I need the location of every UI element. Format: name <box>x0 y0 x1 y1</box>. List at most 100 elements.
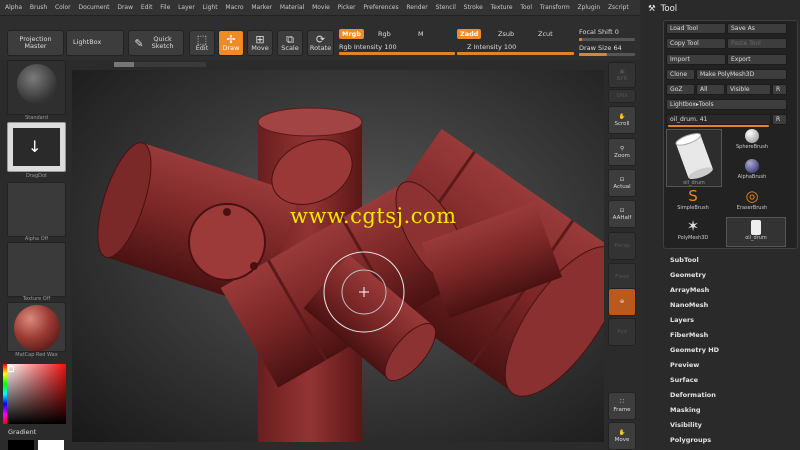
subpalette-geometry[interactable]: Geometry <box>670 271 706 279</box>
subpalette-subtool[interactable]: SubTool <box>670 256 699 264</box>
menu-item[interactable]: Picker <box>338 4 356 11</box>
menu-item[interactable]: Marker <box>251 4 272 11</box>
projection-master-button[interactable]: Projection Master <box>7 30 64 56</box>
goz-visible-button[interactable]: Visible <box>726 84 771 95</box>
tool-palette-header[interactable]: ⚒ Tool <box>644 0 800 18</box>
brush-thumbnail[interactable] <box>7 60 66 115</box>
import-button[interactable]: Import <box>666 54 726 65</box>
edit-button[interactable]: ⬚ Edit <box>189 30 215 56</box>
copy-tool-button[interactable]: Copy Tool <box>666 38 726 49</box>
mrgb-toggle[interactable]: Mrgb <box>339 29 364 39</box>
subpalette-layers[interactable]: Layers <box>670 316 694 324</box>
menu-item[interactable]: File <box>160 4 170 11</box>
menu-item[interactable]: Draw <box>117 4 133 11</box>
zadd-toggle[interactable]: Zadd <box>457 29 482 39</box>
subpalette-deformation[interactable]: Deformation <box>670 391 716 399</box>
subpalette-geometry-hd[interactable]: Geometry HD <box>670 346 719 354</box>
spix-button[interactable]: SPix <box>608 89 636 103</box>
m-toggle[interactable]: M <box>418 30 424 38</box>
stroke-label: DragDot <box>25 173 47 179</box>
subpalette-nanomesh[interactable]: NanoMesh <box>670 301 708 309</box>
paste-tool-button[interactable]: Paste Tool <box>727 38 787 49</box>
menu-item[interactable]: Material <box>280 4 304 11</box>
menu-item[interactable]: Light <box>203 4 218 11</box>
lightbox-tools-button[interactable]: Lightbox▸Tools <box>666 99 787 110</box>
secondary-color-swatch[interactable] <box>38 440 64 450</box>
menu-item[interactable]: Macro <box>225 4 243 11</box>
main-color-swatch[interactable] <box>8 440 34 450</box>
subpalette-fibermesh[interactable]: FiberMesh <box>670 331 708 339</box>
lightbox-button[interactable]: LightBox <box>66 30 124 56</box>
subpalette-polygroups[interactable]: Polygroups <box>670 436 711 444</box>
goz-all-button[interactable]: All <box>696 84 725 95</box>
export-button[interactable]: Export <box>727 54 787 65</box>
menu-item[interactable]: Movie <box>312 4 330 11</box>
persp-button[interactable]: Persp <box>608 232 636 260</box>
scroll-thumb[interactable] <box>114 62 134 67</box>
load-tool-button[interactable]: Load Tool <box>666 23 726 34</box>
color-picker[interactable] <box>6 364 66 424</box>
stroke-thumbnail[interactable]: ↓ <box>7 122 66 172</box>
menu-item[interactable]: Document <box>78 4 109 11</box>
alpha-thumbnail[interactable] <box>7 182 66 237</box>
subpalette-arraymesh[interactable]: ArrayMesh <box>670 286 709 294</box>
polymesh3d-thumbnail[interactable]: ✶ PolyMesh3D <box>678 219 708 245</box>
quick-sketch-button[interactable]: ✎ Quick Sketch <box>128 30 184 56</box>
material-thumbnail[interactable] <box>7 302 66 352</box>
rgb-toggle[interactable]: Rgb <box>378 30 391 38</box>
clone-button[interactable]: Clone <box>666 69 695 80</box>
sphere-brush-thumbnail[interactable]: SphereBrush <box>736 129 768 155</box>
scroll-button[interactable]: ✋ Scroll <box>608 106 636 134</box>
menu-item[interactable]: Layer <box>178 4 195 11</box>
document-canvas[interactable]: www.cgtsj.com <box>72 70 604 442</box>
subpalette-surface[interactable]: Surface <box>670 376 698 384</box>
zsub-toggle[interactable]: Zsub <box>498 30 514 38</box>
menu-item[interactable]: Zscript <box>608 4 629 11</box>
menu-item[interactable]: Alpha <box>5 4 22 11</box>
simple-brush-thumbnail[interactable]: S SimpleBrush <box>677 189 709 215</box>
make-polymesh-button[interactable]: Make PolyMesh3D <box>696 69 787 80</box>
menu-item[interactable]: Transform <box>540 4 570 11</box>
save-as-button[interactable]: Save As <box>727 23 787 34</box>
oil-drum-thumbnail[interactable]: oil_drum <box>666 129 722 187</box>
menu-item[interactable]: Brush <box>30 4 47 11</box>
subpalette-visibility[interactable]: Visibility <box>670 421 702 429</box>
xyz-button[interactable]: Xyz <box>608 318 636 346</box>
canvas-scrollbar[interactable] <box>72 60 604 70</box>
hue-strip[interactable] <box>3 364 7 424</box>
menu-item[interactable]: Stencil <box>436 4 456 11</box>
menu-item[interactable]: Color <box>55 4 71 11</box>
local-button[interactable]: ⊕ <box>608 288 636 316</box>
menu-item[interactable]: Zplugin <box>577 4 600 11</box>
frame-button[interactable]: ⛶ Frame <box>608 392 636 420</box>
menu-item[interactable]: Render <box>406 4 427 11</box>
oil-drum-small-thumbnail[interactable]: oil_drum <box>726 217 786 247</box>
current-tool-slider[interactable]: oil_drum. 41 <box>666 114 771 125</box>
aahalf-button[interactable]: ⊡ AAHalf <box>608 200 636 228</box>
floor-button[interactable]: Floor <box>608 263 636 291</box>
color-picker-cursor[interactable] <box>8 366 14 372</box>
texture-thumbnail[interactable] <box>7 242 66 297</box>
menu-item[interactable]: Texture <box>491 4 513 11</box>
subpalette-masking[interactable]: Masking <box>670 406 701 414</box>
menu-item[interactable]: Tool <box>520 4 532 11</box>
bpr-button[interactable]: ▣ BPR <box>608 62 636 88</box>
scale-button[interactable]: ⧉ Scale <box>277 30 303 56</box>
draw-button[interactable]: ✢ Draw <box>218 30 244 56</box>
move-view-button[interactable]: ✋ Move <box>608 422 636 450</box>
zcut-toggle[interactable]: Zcut <box>538 30 553 38</box>
current-tool-r-button[interactable]: R <box>772 114 787 125</box>
goz-r-button[interactable]: R <box>772 84 787 95</box>
focal-shift-slider[interactable] <box>579 38 635 41</box>
zoom-button[interactable]: ⚲ Zoom <box>608 138 636 166</box>
alpha-brush-thumbnail[interactable]: AlphaBrush <box>737 159 767 185</box>
menu-item[interactable]: Edit <box>141 4 153 11</box>
menu-item[interactable]: Stroke <box>464 4 483 11</box>
actual-button[interactable]: ⊡ Actual <box>608 169 636 197</box>
goz-button[interactable]: GoZ <box>666 84 695 95</box>
eraser-brush-thumbnail[interactable]: ◎ EraserBrush <box>737 189 767 215</box>
rotate-button[interactable]: ⟳ Rotate <box>307 30 334 56</box>
subpalette-preview[interactable]: Preview <box>670 361 699 369</box>
move-button[interactable]: ⊞ Move <box>247 30 273 56</box>
menu-item[interactable]: Preferences <box>363 4 398 11</box>
